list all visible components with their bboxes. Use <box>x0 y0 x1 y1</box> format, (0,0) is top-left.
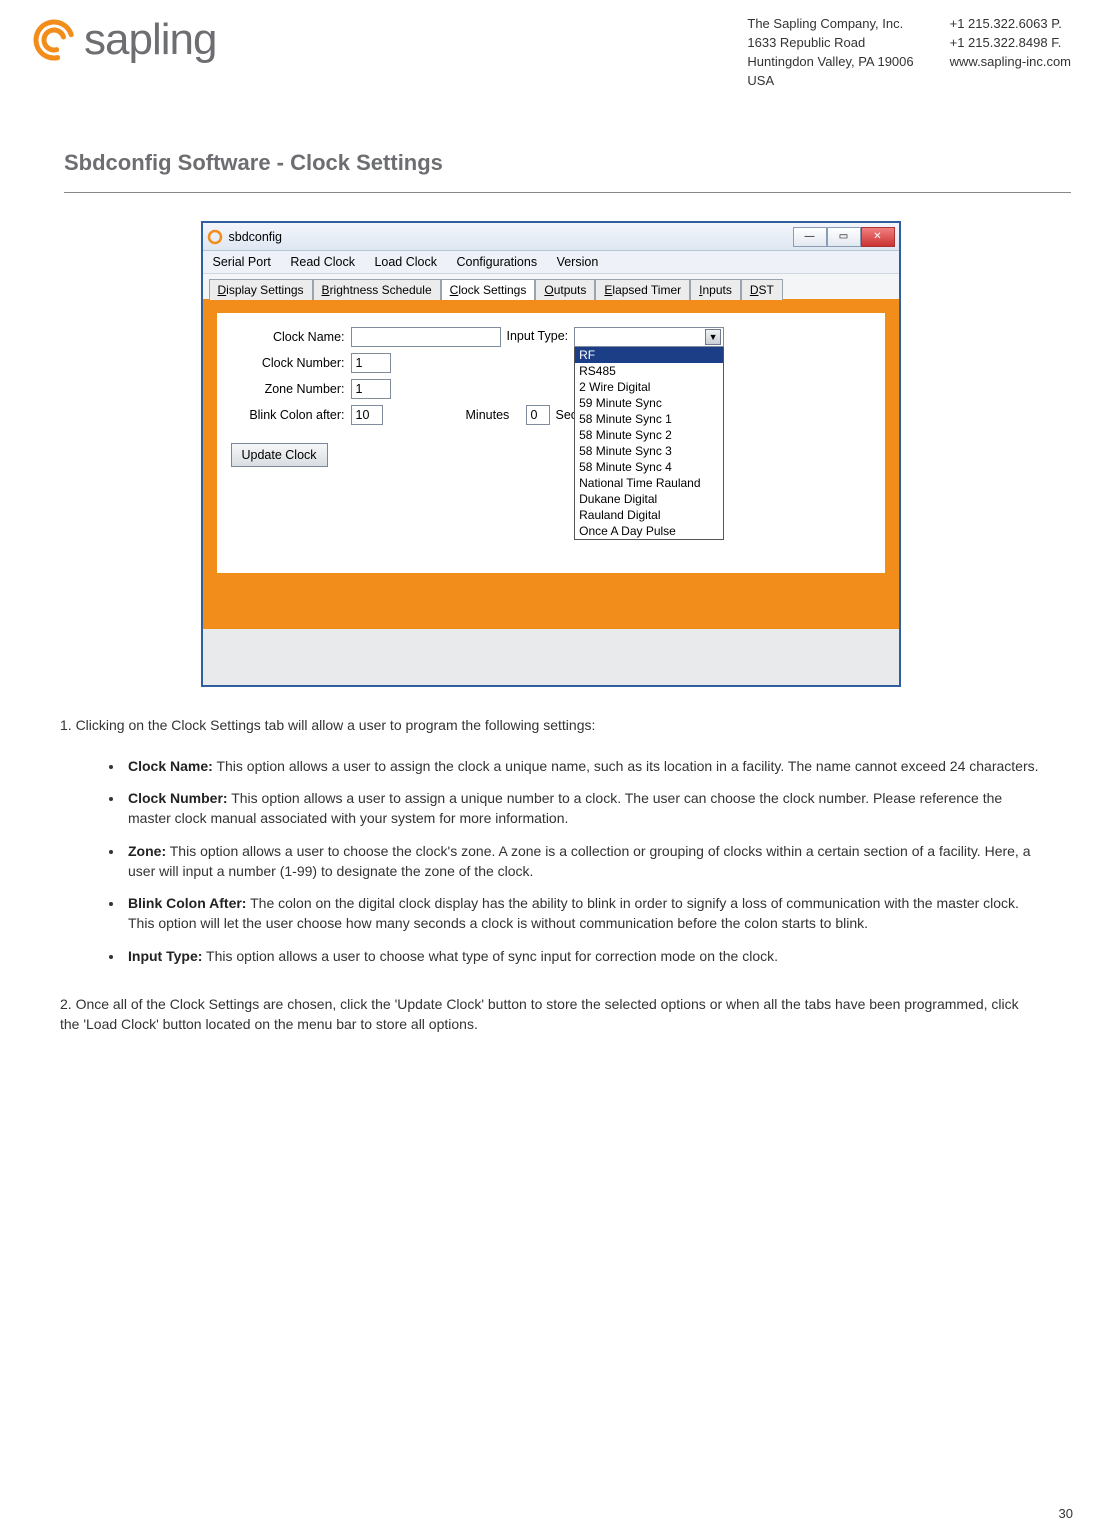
bullet-item: Blink Colon After: The colon on the digi… <box>124 893 1041 934</box>
screenshot-container: sbdconfig — ▭ ✕ Serial Port Read Clock L… <box>30 221 1071 687</box>
update-clock-button[interactable]: Update Clock <box>231 443 328 467</box>
form-panel: Clock Name: Clock Number: Zone Number: B… <box>217 313 885 573</box>
addr-line: The Sapling Company, Inc. <box>747 15 913 34</box>
addr-line: Huntingdon Valley, PA 19006 <box>747 53 913 72</box>
zone-number-input[interactable] <box>351 379 391 399</box>
addr-line: USA <box>747 72 913 91</box>
body-text: 1. Clicking on the Clock Settings tab wi… <box>60 715 1041 1034</box>
company-address: The Sapling Company, Inc. 1633 Republic … <box>747 15 913 90</box>
website: www.sapling-inc.com <box>950 53 1071 72</box>
tab-inputs[interactable]: Inputs <box>690 279 741 300</box>
intro-paragraph: 1. Clicking on the Clock Settings tab wi… <box>60 715 1041 735</box>
window-footer-blank <box>203 629 899 685</box>
clock-name-label: Clock Name: <box>231 330 351 344</box>
menu-item[interactable]: Load Clock <box>374 255 437 269</box>
bullet-item: Zone: This option allows a user to choos… <box>124 841 1041 882</box>
addr-line: 1633 Republic Road <box>747 34 913 53</box>
select-dropdown-list: RFRS4852 Wire Digital59 Minute Sync58 Mi… <box>574 347 724 540</box>
tab-dst[interactable]: DST <box>741 279 783 300</box>
blink-minutes-input[interactable] <box>351 405 383 425</box>
tab-display-settings[interactable]: Display Settings <box>209 279 313 300</box>
select-option[interactable]: 2 Wire Digital <box>575 379 723 395</box>
window-titlebar: sbdconfig — ▭ ✕ <box>203 223 899 251</box>
tab-clock-settings[interactable]: Clock Settings <box>441 279 536 300</box>
menu-item[interactable]: Version <box>557 255 599 269</box>
tab-brightness-schedule[interactable]: Brightness Schedule <box>313 279 441 300</box>
menu-bar: Serial Port Read Clock Load Clock Config… <box>203 251 899 274</box>
tab-elapsed-timer[interactable]: Elapsed Timer <box>595 279 690 300</box>
bullet-item: Input Type: This option allows a user to… <box>124 946 1041 966</box>
company-info: The Sapling Company, Inc. 1633 Republic … <box>747 15 1071 90</box>
window-controls: — ▭ ✕ <box>793 227 895 247</box>
clock-number-input[interactable] <box>351 353 391 373</box>
close-button[interactable]: ✕ <box>861 227 895 247</box>
select-option[interactable]: RS485 <box>575 363 723 379</box>
page-number: 30 <box>1059 1506 1073 1521</box>
bullet-list: Clock Name: This option allows a user to… <box>124 756 1041 966</box>
page-header: sapling The Sapling Company, Inc. 1633 R… <box>30 15 1071 90</box>
chevron-down-icon[interactable]: ▼ <box>705 329 721 345</box>
select-option[interactable]: Rauland Digital <box>575 507 723 523</box>
logo-text: sapling <box>84 15 216 65</box>
select-option[interactable]: 58 Minute Sync 2 <box>575 427 723 443</box>
maximize-button[interactable]: ▭ <box>827 227 861 247</box>
menu-item[interactable]: Read Clock <box>290 255 355 269</box>
select-option[interactable]: National Time Rauland <box>575 475 723 491</box>
select-option[interactable]: 58 Minute Sync 4 <box>575 459 723 475</box>
input-type-select[interactable]: ▼ RFRS4852 Wire Digital59 Minute Sync58 … <box>574 327 724 540</box>
logo: sapling <box>30 15 216 65</box>
blink-colon-label: Blink Colon after: <box>231 408 351 422</box>
select-option[interactable]: 59 Minute Sync <box>575 395 723 411</box>
sapling-logo-icon <box>30 16 78 64</box>
company-contact: +1 215.322.6063 P. +1 215.322.8498 F. ww… <box>950 15 1071 90</box>
paragraph-2: 2. Once all of the Clock Settings are ch… <box>60 994 1041 1035</box>
phone: +1 215.322.6063 P. <box>950 15 1071 34</box>
select-option[interactable]: 58 Minute Sync 1 <box>575 411 723 427</box>
clock-number-label: Clock Number: <box>231 356 351 370</box>
fax: +1 215.322.8498 F. <box>950 34 1071 53</box>
app-icon <box>207 229 223 245</box>
minimize-button[interactable]: — <box>793 227 827 247</box>
tab-row: Display SettingsBrightness ScheduleClock… <box>203 274 899 299</box>
select-head[interactable]: ▼ <box>574 327 724 347</box>
select-option[interactable]: Once A Day Pulse <box>575 523 723 539</box>
select-option[interactable]: Dukane Digital <box>575 491 723 507</box>
clock-name-input[interactable] <box>351 327 501 347</box>
bullet-item: Clock Name: This option allows a user to… <box>124 756 1041 776</box>
select-option[interactable]: RF <box>575 347 723 363</box>
zone-number-label: Zone Number: <box>231 382 351 396</box>
input-type-group: Input Type: ▼ RFRS4852 Wire Digital59 Mi… <box>507 327 725 540</box>
menu-item[interactable]: Serial Port <box>213 255 271 269</box>
bullet-item: Clock Number: This option allows a user … <box>124 788 1041 829</box>
orange-panel: Clock Name: Clock Number: Zone Number: B… <box>203 299 899 629</box>
input-type-label: Input Type: <box>507 327 569 343</box>
sbdconfig-window: sbdconfig — ▭ ✕ Serial Port Read Clock L… <box>201 221 901 687</box>
divider <box>64 192 1071 193</box>
menu-item[interactable]: Configurations <box>456 255 537 269</box>
select-option[interactable]: 58 Minute Sync 3 <box>575 443 723 459</box>
window-title: sbdconfig <box>229 230 283 244</box>
section-title: Sbdconfig Software - Clock Settings <box>64 150 1071 176</box>
tab-outputs[interactable]: Outputs <box>535 279 595 300</box>
